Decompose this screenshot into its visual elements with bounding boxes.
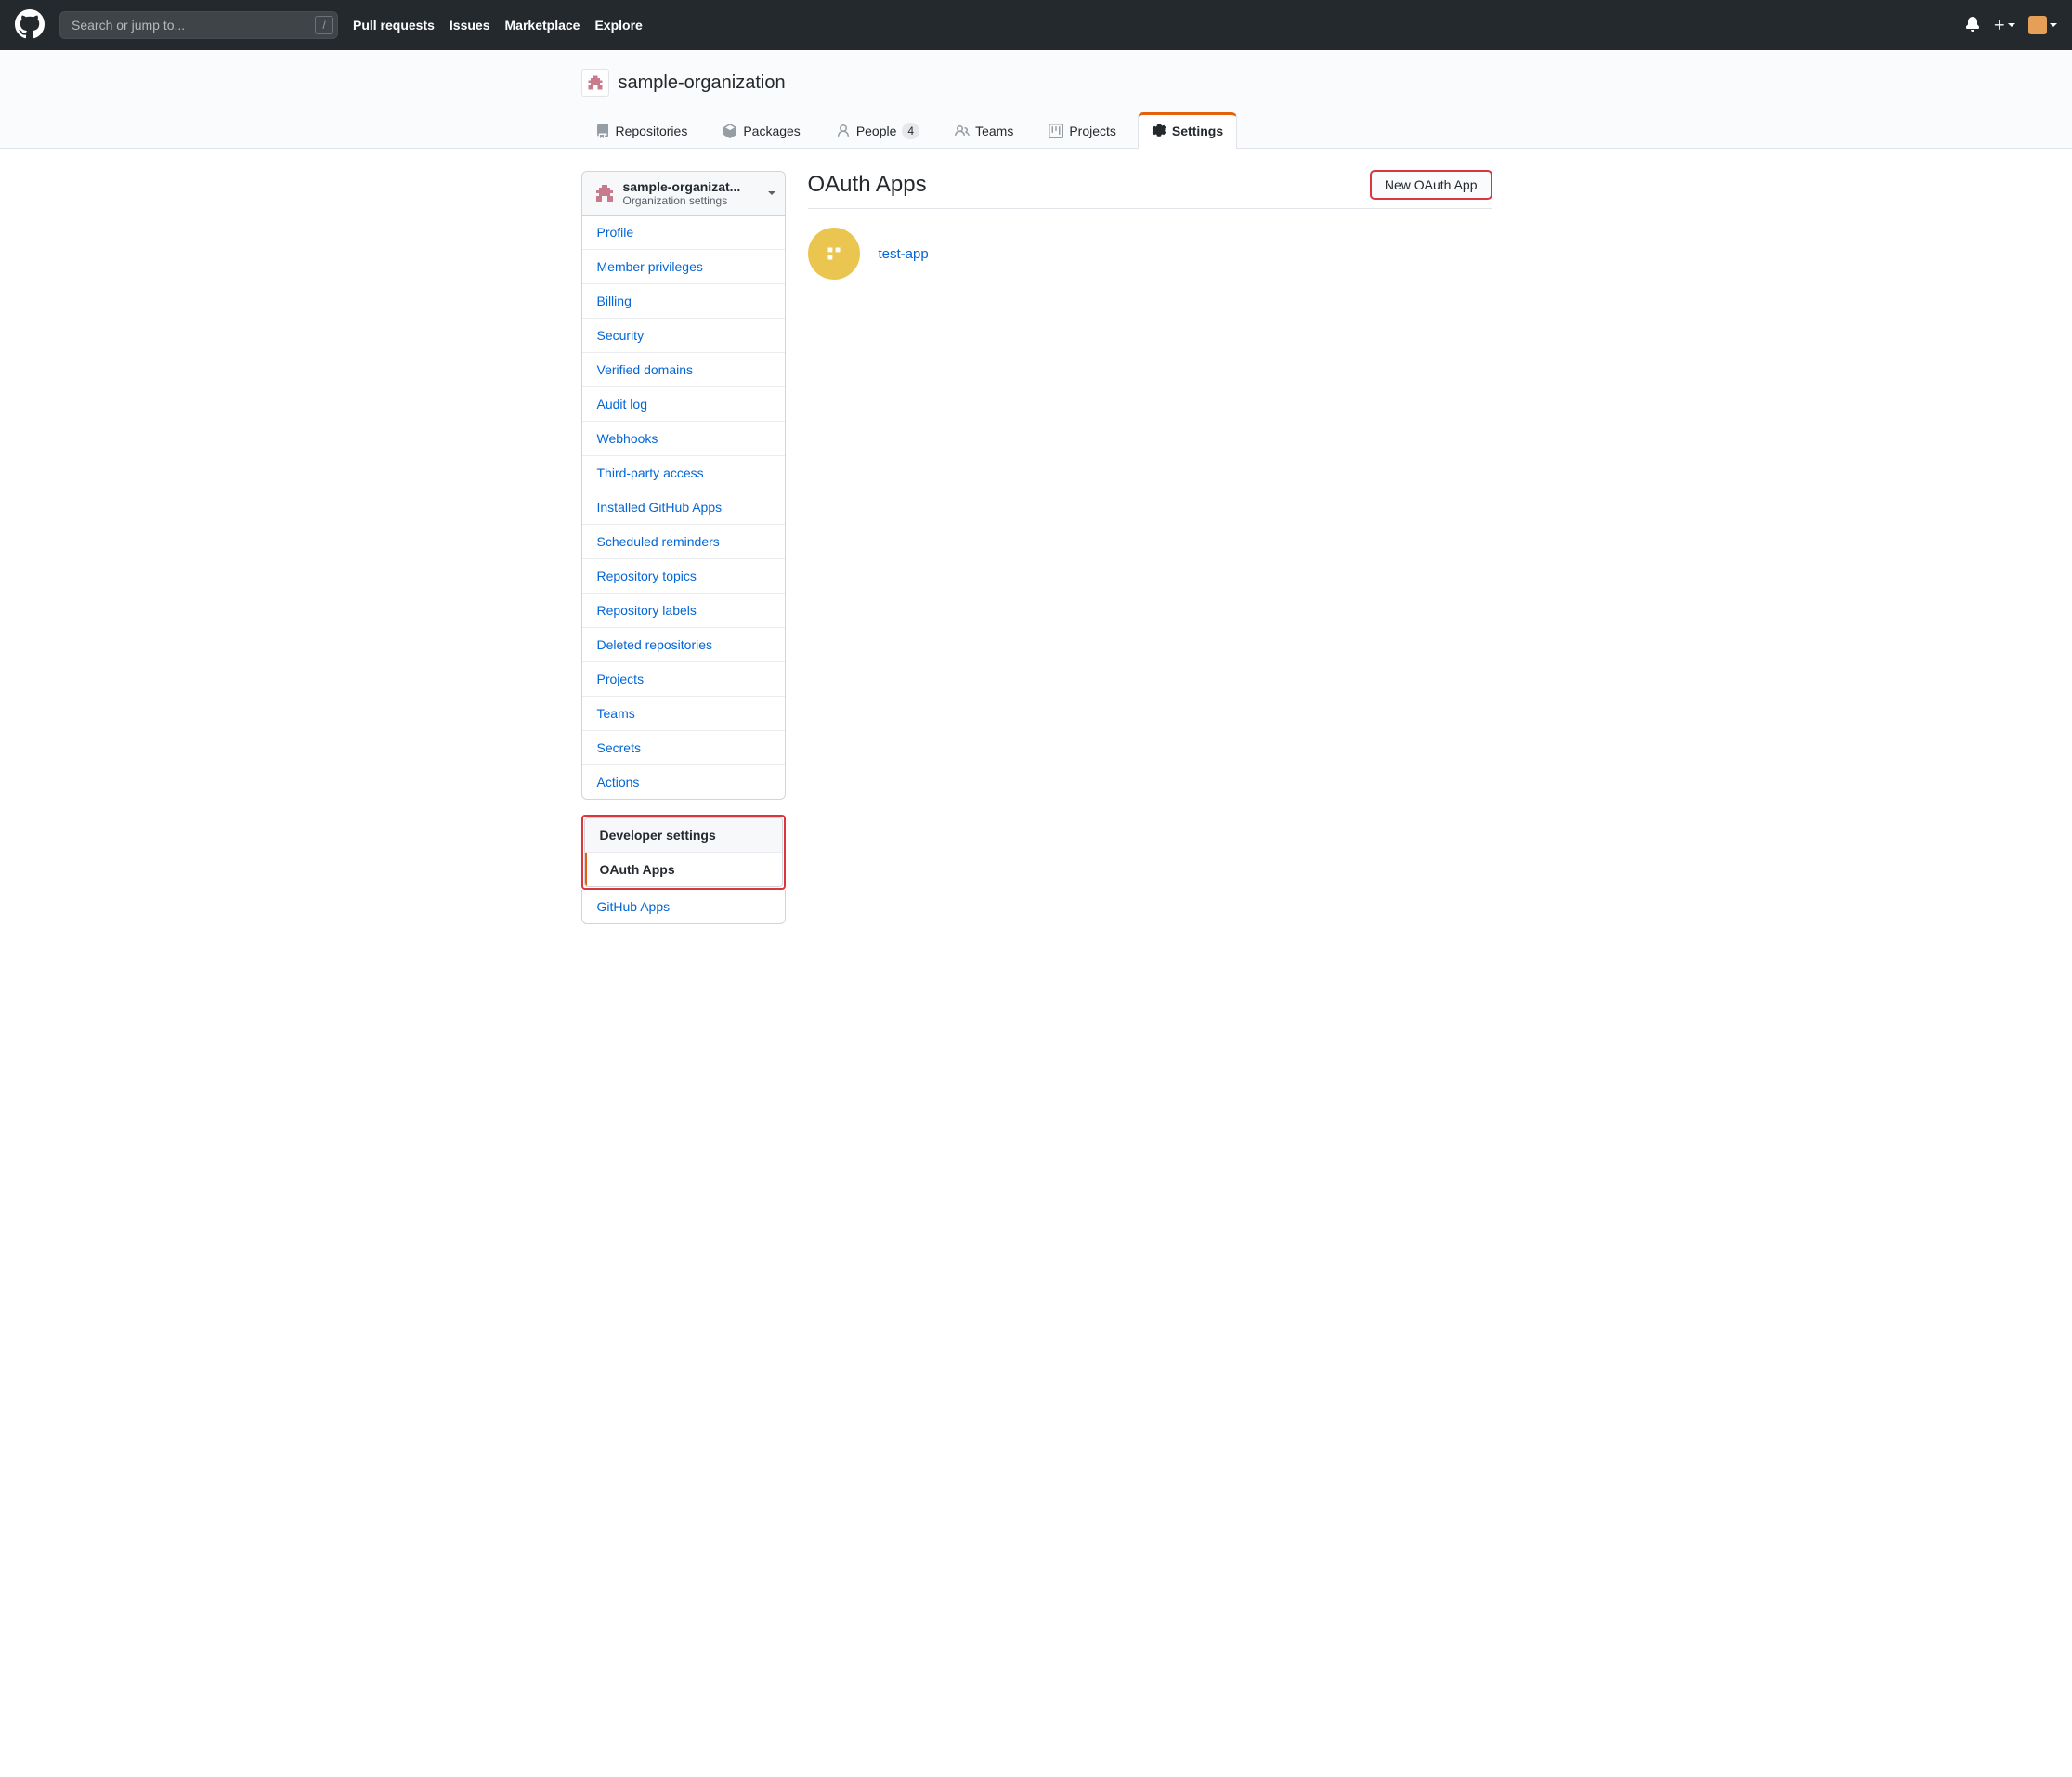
sidebar-item-third-party[interactable]: Third-party access: [582, 455, 785, 490]
sidebar-item-repo-topics[interactable]: Repository topics: [582, 558, 785, 593]
chevron-down-icon: [2050, 23, 2057, 31]
topbar: / Pull requests Issues Marketplace Explo…: [0, 0, 2072, 50]
sidebar-item-teams[interactable]: Teams: [582, 696, 785, 730]
user-menu[interactable]: [2028, 16, 2057, 34]
top-right: [1965, 16, 2057, 34]
sidebar-item-actions[interactable]: Actions: [582, 764, 785, 799]
settings-menu: Profile Member privileges Billing Securi…: [581, 216, 786, 800]
create-new-dropdown[interactable]: [1993, 19, 2015, 32]
app-link[interactable]: test-app: [879, 246, 929, 262]
tab-label: Settings: [1172, 124, 1223, 138]
sidebar-item-billing[interactable]: Billing: [582, 283, 785, 318]
top-nav: Pull requests Issues Marketplace Explore: [353, 18, 643, 33]
sidebar-item-projects[interactable]: Projects: [582, 661, 785, 696]
tab-projects[interactable]: Projects: [1035, 112, 1130, 149]
tab-label: Repositories: [616, 124, 688, 138]
notifications-icon[interactable]: [1965, 17, 1980, 34]
org-avatar: [581, 69, 609, 97]
sidebar-item-oauth-apps[interactable]: OAuth Apps: [585, 853, 782, 886]
content: sample-organizat... Organization setting…: [567, 149, 1506, 947]
sidebar-item-deleted-repos[interactable]: Deleted repositories: [582, 627, 785, 661]
tab-teams[interactable]: Teams: [941, 112, 1027, 149]
tab-people[interactable]: People 4: [822, 112, 933, 149]
sidebar-item-repo-labels[interactable]: Repository labels: [582, 593, 785, 627]
new-oauth-app-button[interactable]: New OAuth App: [1371, 171, 1492, 199]
sidebar-item-profile[interactable]: Profile: [582, 216, 785, 249]
tab-label: Packages: [743, 124, 800, 138]
tab-label: Teams: [975, 124, 1013, 138]
sidebar-item-security[interactable]: Security: [582, 318, 785, 352]
github-logo[interactable]: [15, 9, 45, 42]
sidebar-item-scheduled-reminders[interactable]: Scheduled reminders: [582, 524, 785, 558]
page-title: OAuth Apps: [808, 172, 927, 198]
sidebar: sample-organizat... Organization setting…: [581, 171, 786, 924]
sidebar-item-webhooks[interactable]: Webhooks: [582, 421, 785, 455]
developer-settings-menu: Developer settings OAuth Apps: [584, 817, 783, 887]
chevron-down-icon: [768, 191, 775, 199]
nav-issues[interactable]: Issues: [450, 18, 490, 33]
sidebar-item-member-privileges[interactable]: Member privileges: [582, 249, 785, 283]
sidebar-item-github-apps[interactable]: GitHub Apps: [582, 890, 785, 923]
search-input[interactable]: [59, 11, 338, 39]
page-head: OAuth Apps New OAuth App: [808, 171, 1492, 209]
org-icon: [593, 182, 616, 204]
sidebar-item-secrets[interactable]: Secrets: [582, 730, 785, 764]
app-icon: [808, 228, 860, 280]
nav-pull-requests[interactable]: Pull requests: [353, 18, 435, 33]
context-subtitle: Organization settings: [623, 194, 774, 207]
tab-packages[interactable]: Packages: [709, 112, 814, 149]
chevron-down-icon: [2008, 23, 2015, 31]
sidebar-item-audit-log[interactable]: Audit log: [582, 386, 785, 421]
tabbar: Repositories Packages People 4 Teams Pro…: [567, 111, 1506, 148]
tab-settings[interactable]: Settings: [1138, 112, 1237, 149]
context-title: sample-organizat...: [623, 179, 774, 194]
search-field[interactable]: /: [59, 11, 338, 39]
dev-settings-heading: Developer settings: [585, 818, 782, 853]
main: OAuth Apps New OAuth App test-app: [808, 171, 1492, 924]
sidebar-item-verified-domains[interactable]: Verified domains: [582, 352, 785, 386]
nav-explore[interactable]: Explore: [594, 18, 642, 33]
tab-repositories[interactable]: Repositories: [581, 112, 702, 149]
nav-marketplace[interactable]: Marketplace: [505, 18, 580, 33]
context-switcher[interactable]: sample-organizat... Organization setting…: [581, 171, 786, 216]
people-count-badge: 4: [902, 123, 919, 139]
avatar: [2028, 16, 2047, 34]
slash-key-icon: /: [315, 16, 333, 34]
subheader: sample-organization Repositories Package…: [0, 50, 2072, 149]
tab-label: People: [856, 124, 897, 138]
sidebar-item-installed-apps[interactable]: Installed GitHub Apps: [582, 490, 785, 524]
org-name[interactable]: sample-organization: [619, 72, 786, 94]
app-row: test-app: [808, 209, 1492, 298]
org-title: sample-organization: [567, 65, 1506, 111]
tab-label: Projects: [1069, 124, 1116, 138]
developer-settings-menu-2: GitHub Apps: [581, 890, 786, 924]
